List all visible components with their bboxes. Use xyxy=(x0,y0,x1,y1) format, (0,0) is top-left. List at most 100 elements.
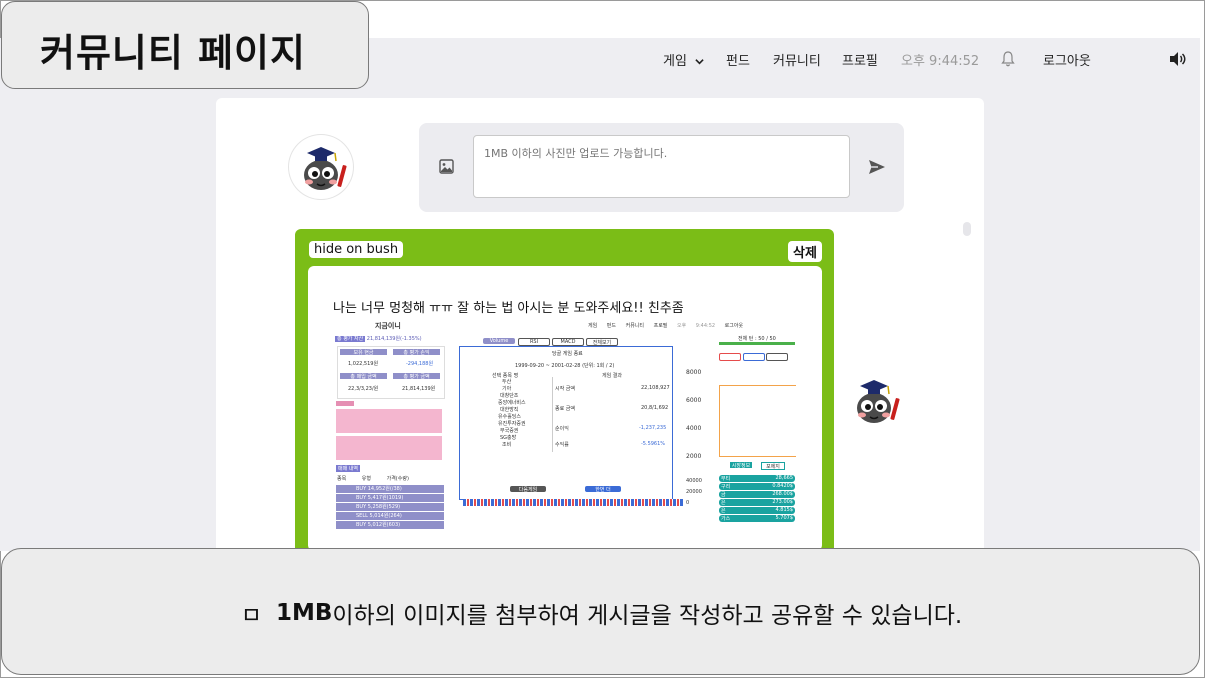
nav-game-label: 게임 xyxy=(663,54,687,69)
slide-title: 커뮤니티 페이지 xyxy=(40,31,306,75)
shot-trade-type: BUY xyxy=(356,495,367,501)
ant-mascot-icon xyxy=(857,380,900,423)
shot-eval-label: 총 평가 금액 xyxy=(393,373,440,380)
shot-modal-period: 1999-09-20 ~ 2001-02-28 (단위: 1회 / 2) xyxy=(515,363,615,369)
shot-nav-item: 펀드 xyxy=(606,323,616,329)
shot-result-modal: 당골 게임 종료 1999-09-20 ~ 2001-02-28 (단위: 1회… xyxy=(459,346,673,500)
shot-modal-title: 당골 게임 종료 xyxy=(552,351,583,357)
shot-stock-list: 두산 기아 대창단조 중앙에너비스 대한방직 유수홀딩스 유진투자증권 부국증권… xyxy=(462,379,526,449)
shot-balance-value: 21,814,139원(-1.35%) xyxy=(366,336,422,342)
shot-balance: 총 평가 자산 21,814,139원(-1.35%) xyxy=(335,335,422,342)
shot-trade-info: 14,952원(/38) xyxy=(367,486,402,492)
shot-trade-info: 5,417원(1019) xyxy=(367,495,404,501)
shot-market-row: 가스 5.707$ xyxy=(719,515,795,522)
shot-stock: 대한방직 xyxy=(500,407,519,413)
delete-button[interactable]: 삭제 xyxy=(788,241,822,262)
shot-tab: MACD xyxy=(552,338,584,346)
shot-market-row: 은 273.00$ xyxy=(719,499,795,506)
shot-volume-bars xyxy=(463,499,683,506)
post-avatar xyxy=(842,368,906,432)
shot-market-row: 은 4.815$ xyxy=(719,507,795,514)
nav-fund[interactable]: 펀드 xyxy=(726,50,750,69)
shot-nav-item: 커뮤니티 xyxy=(625,323,644,329)
shot-pnl-label: 총 평가 손익 xyxy=(393,349,440,356)
shot-holding-2 xyxy=(336,436,442,460)
shot-trade-row: BUY 5,417원(1019) xyxy=(336,494,444,502)
scrollbar-thumb[interactable] xyxy=(963,222,971,236)
send-icon[interactable] xyxy=(868,159,886,179)
shot-stock: 기아 xyxy=(502,386,512,392)
shot-market-value: 268.00$ xyxy=(772,491,793,497)
shot-nav-item: 게임 xyxy=(588,323,598,329)
shot-retry-button: 한번 더 xyxy=(585,486,621,493)
slide-caption: ㅁ 1MB 이하의 이미지를 첨부하여 게시글을 작성하고 공유할 수 있습니다… xyxy=(2,549,1201,676)
shot-market-name: 가스 xyxy=(721,516,731,522)
shot-tab: Volume xyxy=(483,338,515,344)
shot-stock: 조비 xyxy=(502,442,512,448)
shot-y-tick: 20000 xyxy=(686,489,702,495)
shot-market-tab: 시장정보 xyxy=(730,462,752,469)
shot-stock: 부국증권 xyxy=(500,428,519,434)
shot-stock: SG충방 xyxy=(500,435,517,441)
nav-logout[interactable]: 로그아웃 xyxy=(1043,50,1091,69)
shot-result-label: 순이익 xyxy=(555,426,569,432)
shot-tab: 전체보기 xyxy=(586,338,618,346)
shot-market-value: 28,665 xyxy=(775,475,794,481)
shot-nav-item: 오후 9:44:52 xyxy=(677,323,716,329)
shot-rank-tabs xyxy=(719,353,795,361)
shot-turn-counter: 전체 턴 : 50 / 50 xyxy=(738,336,776,342)
shot-market-name: 금 xyxy=(721,492,726,498)
shot-app-name: 지금이니 xyxy=(375,322,401,330)
shot-result-label: 시작 금액 xyxy=(555,386,575,392)
image-icon[interactable] xyxy=(439,159,454,178)
shot-trade-col: 유형 xyxy=(361,476,371,482)
shot-y-tick: 4000 xyxy=(686,425,702,432)
shot-market-value: 5.707$ xyxy=(775,515,794,521)
shot-stock: 유수홀딩스 xyxy=(498,414,522,420)
shot-market-name: 부티 xyxy=(721,476,731,482)
post-text-input[interactable] xyxy=(473,135,850,198)
caption-bold: 1MB xyxy=(275,599,333,626)
shot-market-value: 0.8420$ xyxy=(772,483,793,489)
shot-trade-row: SELL 5,014원(264) xyxy=(336,512,444,520)
shot-stock: 두산 xyxy=(502,379,512,385)
shot-buy-value: 22,3/3,23/원 xyxy=(348,386,379,392)
shot-cash-value: 1,022,519원 xyxy=(348,361,379,367)
shot-market-row: 부티 28,665 xyxy=(719,475,795,482)
speaker-icon[interactable] xyxy=(1169,51,1187,71)
shot-result-value: 20,8/1,692 xyxy=(641,405,669,411)
ant-mascot-icon xyxy=(304,147,347,190)
caption-text: 이하의 이미지를 첨부하여 게시글을 작성하고 공유할 수 있습니다. xyxy=(332,602,963,629)
bell-icon[interactable] xyxy=(1001,51,1015,71)
shot-market-value: 4.815$ xyxy=(775,507,794,513)
nav-profile[interactable]: 프로필 xyxy=(842,50,878,69)
shot-result-label: 수익률 xyxy=(555,442,569,448)
slide-title-box: 커뮤니티 페이지 xyxy=(1,1,369,89)
shot-holding-1 xyxy=(336,409,442,433)
shot-result-value: 22,108,927 xyxy=(641,385,670,391)
post-image: 지금이니 게임 펀드 커뮤니티 프로필 오후 9:44:52 로그아웃 총 평가… xyxy=(333,317,796,547)
shot-result-label: 종료 금액 xyxy=(555,406,575,412)
shot-stock: 대창단조 xyxy=(500,393,519,399)
shot-trade-info: 5,012원(603) xyxy=(367,522,401,528)
shot-ranking-box xyxy=(719,385,796,457)
nav-community[interactable]: 커뮤니티 xyxy=(773,50,821,69)
shot-result-value: -5.5961% xyxy=(641,441,666,447)
shot-pnl-value: -294,188원 xyxy=(406,361,434,367)
shot-trade-type: BUY xyxy=(356,522,367,528)
shot-trade-row: BUY 5,258원(529) xyxy=(336,503,444,511)
shot-y-tick: 8000 xyxy=(686,369,702,376)
shot-trade-row: BUY 5,012원(603) xyxy=(336,521,444,529)
shot-trade-label: 매매 내역 xyxy=(336,465,360,472)
nav-game[interactable]: 게임 xyxy=(663,50,704,69)
post-title: 나는 너무 멍청해 ㅠㅠ 잘 하는 법 아시는 분 도와주세요!! 친추좀 xyxy=(333,301,684,316)
shot-stock: 중앙에너비스 xyxy=(498,400,526,406)
shot-trade-col: 종목 xyxy=(337,476,347,482)
shot-market-row: 구리 0.8420$ xyxy=(719,483,795,490)
shot-eval-value: 21,814,139원 xyxy=(402,386,436,392)
shot-trade-info: 5,258원(529) xyxy=(367,504,401,510)
shot-tab: RSI xyxy=(518,338,550,346)
clock-text: 오후 9:44:52 xyxy=(901,54,980,69)
shot-next-button: 다음게임 xyxy=(510,486,546,493)
shot-market-tab: 포에지 xyxy=(761,462,785,470)
